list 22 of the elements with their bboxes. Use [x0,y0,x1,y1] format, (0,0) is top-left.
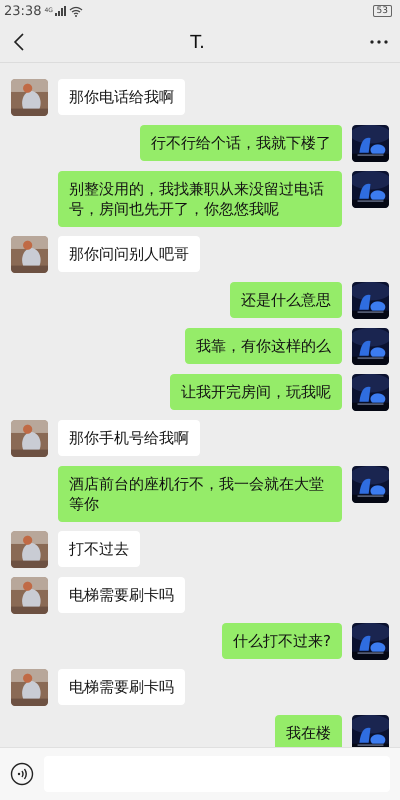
message-bubble: 那你电话给我啊 [58,79,185,115]
message-bubble: 那你问问别人吧哥 [58,236,200,272]
message-bubble: 酒店前台的座机行不，我一会就在大堂等你 [58,466,342,522]
message-bubble: 电梯需要刷卡吗 [58,669,185,705]
message-bubble: 打不过去 [58,531,140,567]
battery-indicator: 53 [372,5,392,17]
message-bubble: 我靠，有你这样的么 [185,328,342,364]
back-icon[interactable] [13,32,25,52]
chat-title: T. [190,32,205,52]
status-time: 23:38 [4,4,42,18]
message-bubble: 电梯需要刷卡吗 [58,577,185,613]
message-bubble: 那你手机号给我啊 [58,420,200,456]
message-bubble: 别整没用的，我找兼职从来没留过电话号，房间也先开了，你忽悠我呢 [58,171,342,227]
message-bubble: 我在楼 [275,715,342,747]
wifi-icon [69,6,84,16]
more-icon[interactable] [370,40,388,44]
message-bubble: 行不行给个话，我就下楼了 [140,125,342,161]
message-bubble: 还是什么意思 [230,282,342,318]
signal-icon [55,6,66,16]
message-bubble: 什么打不过来? [222,623,342,659]
voice-icon[interactable] [10,762,34,786]
message-bubble: 让我开完房间，玩我呢 [170,374,342,410]
